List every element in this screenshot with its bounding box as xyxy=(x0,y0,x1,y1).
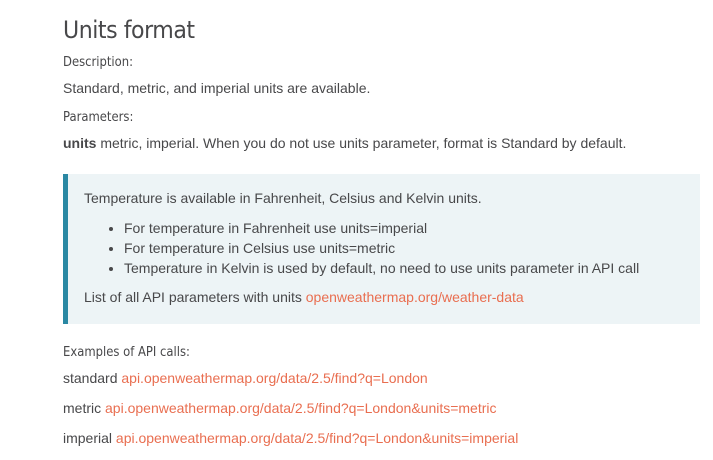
example-link-imperial[interactable]: api.openweathermap.org/data/2.5/find?q=L… xyxy=(116,430,518,446)
note-list: For temperature in Fahrenheit use units=… xyxy=(84,218,639,278)
description-text: Standard, metric, and imperial units are… xyxy=(63,80,371,96)
parameter-description: units metric, imperial. When you do not … xyxy=(63,135,626,151)
example-row-standard: standard api.openweathermap.org/data/2.5… xyxy=(63,370,428,386)
example-link-standard[interactable]: api.openweathermap.org/data/2.5/find?q=L… xyxy=(121,370,427,386)
note-list-item: Temperature in Kelvin is used by default… xyxy=(124,258,639,278)
example-row-metric: metric api.openweathermap.org/data/2.5/f… xyxy=(63,400,497,416)
note-outro-text: List of all API parameters with units xyxy=(84,289,306,305)
temperature-note-box: Temperature is available in Fahrenheit, … xyxy=(63,174,700,324)
example-name: metric xyxy=(63,400,102,416)
note-list-item: For temperature in Celsius use units=met… xyxy=(124,238,639,258)
parameters-label: Parameters: xyxy=(63,109,134,125)
note-intro: Temperature is available in Fahrenheit, … xyxy=(84,190,482,206)
example-name: standard xyxy=(63,370,118,386)
note-list-item: For temperature in Fahrenheit use units=… xyxy=(124,218,639,238)
example-name: imperial xyxy=(63,430,113,446)
note-outro: List of all API parameters with units op… xyxy=(84,289,524,305)
weather-data-link[interactable]: openweathermap.org/weather-data xyxy=(306,289,524,305)
section-title: Units format xyxy=(63,16,195,44)
param-text: metric, imperial. When you do not use un… xyxy=(96,135,627,151)
description-label: Description: xyxy=(63,54,134,70)
example-row-imperial: imperial api.openweathermap.org/data/2.5… xyxy=(63,430,518,446)
param-name: units xyxy=(63,135,97,151)
examples-label: Examples of API calls: xyxy=(63,344,190,360)
example-link-metric[interactable]: api.openweathermap.org/data/2.5/find?q=L… xyxy=(105,400,497,416)
